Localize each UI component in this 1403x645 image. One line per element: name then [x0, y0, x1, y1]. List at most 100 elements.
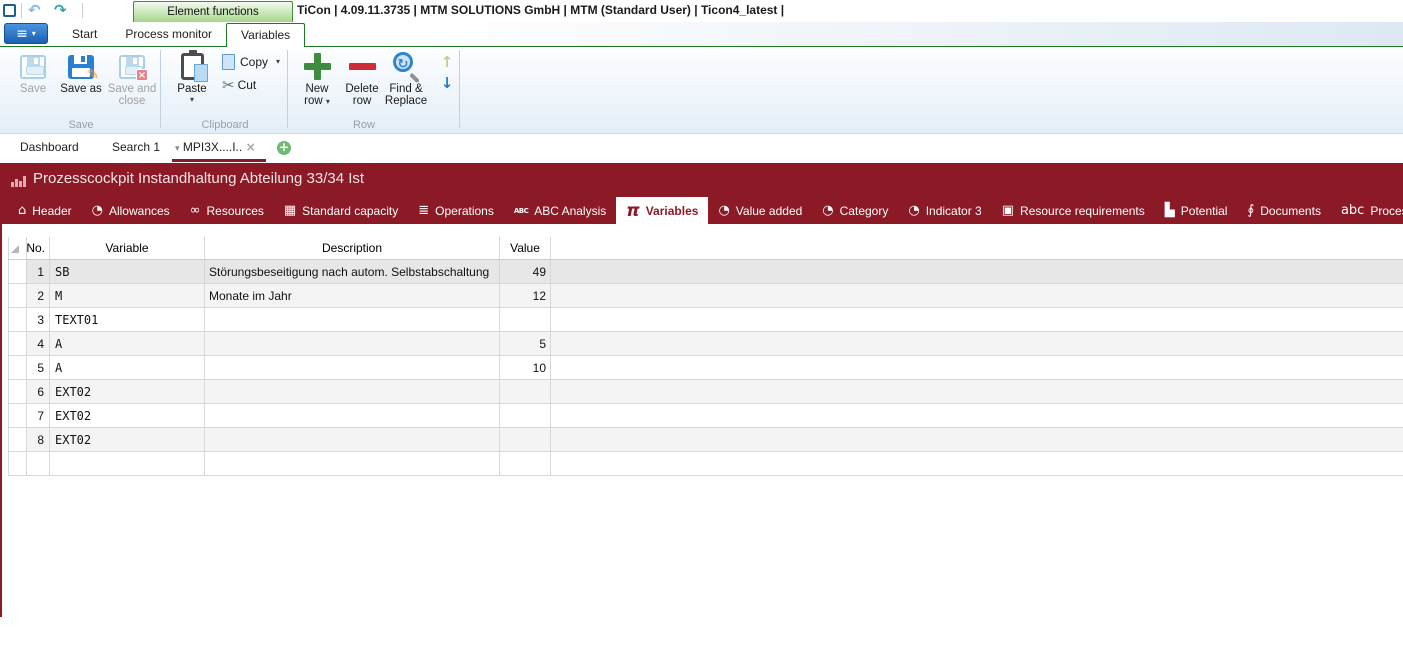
column-header-description[interactable]: Description [205, 237, 500, 259]
cell-filler [551, 308, 1403, 331]
cell-description[interactable] [205, 428, 500, 451]
cell-variable[interactable]: SB [50, 260, 205, 283]
add-tab-button[interactable]: + [277, 141, 291, 155]
cell-value[interactable]: 12 [500, 284, 551, 307]
cell-variable[interactable]: A [50, 356, 205, 379]
cell-variable[interactable]: EXT02 [50, 428, 205, 451]
cell-description[interactable] [205, 308, 500, 331]
row-handle[interactable] [8, 452, 27, 475]
cell-value[interactable]: 49 [500, 260, 551, 283]
section-tab[interactable]: ▙ Potential [1155, 197, 1238, 224]
cell-filler [551, 404, 1403, 427]
cell-description[interactable] [205, 380, 500, 403]
undo-button[interactable]: ↶ [28, 1, 41, 19]
cell-description[interactable] [205, 356, 500, 379]
chevron-down-icon[interactable]: ▾ [175, 144, 180, 154]
cell-value[interactable]: 5 [500, 332, 551, 355]
move-up-button[interactable]: ↑ [437, 53, 457, 71]
row-handle[interactable] [8, 404, 27, 427]
cell-value[interactable] [500, 380, 551, 403]
move-down-button[interactable]: ↓ [437, 74, 457, 92]
table-row[interactable]: 6 EXT02 [8, 380, 1403, 404]
section-tab[interactable]: ∮ Documents [1237, 197, 1330, 224]
cell-variable[interactable]: M [50, 284, 205, 307]
cell-variable[interactable]: A [50, 332, 205, 355]
row-handle[interactable] [8, 356, 27, 379]
section-tab[interactable]: ABC ABC Analysis [504, 197, 616, 224]
table-row[interactable]: 7 EXT02 [8, 404, 1403, 428]
copy-button[interactable]: Copy [222, 54, 268, 70]
doc-tab-dashboard[interactable]: Dashboard [20, 140, 79, 154]
cut-button[interactable]: ✂ Cut [222, 76, 256, 94]
hamburger-icon: ≡ [16, 26, 28, 42]
app-menu-button[interactable]: ≡ ▾ [4, 23, 48, 44]
save-as-button[interactable]: ✎ Save as [58, 50, 104, 95]
redo-button[interactable]: ↷ [54, 1, 67, 19]
column-header-value[interactable]: Value [500, 237, 551, 259]
paste-button[interactable]: Paste ▾ [170, 50, 214, 104]
section-tab[interactable]: ≣ Operations [408, 197, 504, 224]
section-tab-icon: ◔ [718, 203, 729, 218]
cell-value[interactable] [500, 428, 551, 451]
copy-icon [222, 54, 235, 70]
cell-description[interactable]: Störungsbeseitigung nach autom. Selbstab… [205, 260, 500, 283]
table-row[interactable]: 2 M Monate im Jahr 12 [8, 284, 1403, 308]
section-tab-icon: ▙ [1165, 203, 1175, 218]
row-handle-header[interactable] [8, 237, 27, 259]
select-all-corner-icon[interactable] [11, 245, 19, 253]
section-tab-label: Variables [646, 204, 699, 218]
copy-dropdown-caret[interactable]: ▾ [276, 57, 280, 66]
new-row-button[interactable]: New row ▾ [296, 50, 338, 108]
table-row[interactable]: 5 A 10 [8, 356, 1403, 380]
row-handle[interactable] [8, 260, 27, 283]
section-tab[interactable]: ▦ Standard capacity [274, 197, 408, 224]
row-handle[interactable] [8, 428, 27, 451]
table-row[interactable] [8, 452, 1403, 476]
section-tab[interactable]: π Variables [616, 197, 708, 224]
row-handle[interactable] [8, 332, 27, 355]
section-tab-icon: ▦ [284, 203, 296, 218]
cell-variable[interactable]: TEXT01 [50, 308, 205, 331]
section-tab[interactable]: ◔ Allowances [82, 197, 180, 224]
cell-description[interactable]: Monate im Jahr [205, 284, 500, 307]
cell-value[interactable] [500, 452, 551, 475]
section-tab[interactable]: ∞ Resources [180, 197, 274, 224]
section-tab[interactable]: ⌂ Header [8, 197, 82, 224]
cell-variable[interactable] [50, 452, 205, 475]
section-tab[interactable]: ▣ Resource requirements [992, 197, 1155, 224]
cell-variable[interactable]: EXT02 [50, 380, 205, 403]
table-row[interactable]: 1 SB Störungsbeseitigung nach autom. Sel… [8, 260, 1403, 284]
ribbon-tab[interactable]: Variables [226, 23, 305, 47]
find-replace-button[interactable]: ↻ Find & Replace [378, 50, 434, 107]
ribbon-tab[interactable]: Process monitor [111, 23, 226, 46]
row-handle[interactable] [8, 284, 27, 307]
section-tab[interactable]: ◔ Value added [708, 197, 812, 224]
cell-no [27, 452, 50, 475]
close-icon[interactable]: × [246, 140, 256, 154]
section-tab[interactable]: abc Process description [1331, 197, 1403, 224]
doc-tab-active[interactable]: ▾ MPI3X....I.. × [175, 140, 256, 154]
section-tab[interactable]: ◔ Indicator 3 [898, 197, 991, 224]
cell-value[interactable] [500, 404, 551, 427]
table-row[interactable]: 4 A 5 [8, 332, 1403, 356]
table-row[interactable]: 3 TEXT01 [8, 308, 1403, 332]
save-and-close-icon: × [119, 55, 145, 79]
cell-value[interactable]: 10 [500, 356, 551, 379]
cell-description[interactable] [205, 452, 500, 475]
row-handle[interactable] [8, 308, 27, 331]
chevron-down-icon: ▾ [32, 29, 36, 38]
column-header-variable[interactable]: Variable [50, 237, 205, 259]
ribbon-tab-label: Variables [241, 28, 290, 42]
cell-value[interactable] [500, 308, 551, 331]
column-header-no[interactable]: No. [27, 237, 50, 259]
cell-description[interactable] [205, 332, 500, 355]
ribbon-tab[interactable]: Start [58, 23, 111, 46]
doc-tab-search[interactable]: Search 1 [112, 140, 160, 154]
save-and-close-button[interactable]: × Save and close [106, 50, 158, 107]
section-tab[interactable]: ◔ Category [812, 197, 898, 224]
cell-variable[interactable]: EXT02 [50, 404, 205, 427]
row-handle[interactable] [8, 380, 27, 403]
cell-description[interactable] [205, 404, 500, 427]
table-row[interactable]: 8 EXT02 [8, 428, 1403, 452]
save-button[interactable]: Save [10, 50, 56, 95]
